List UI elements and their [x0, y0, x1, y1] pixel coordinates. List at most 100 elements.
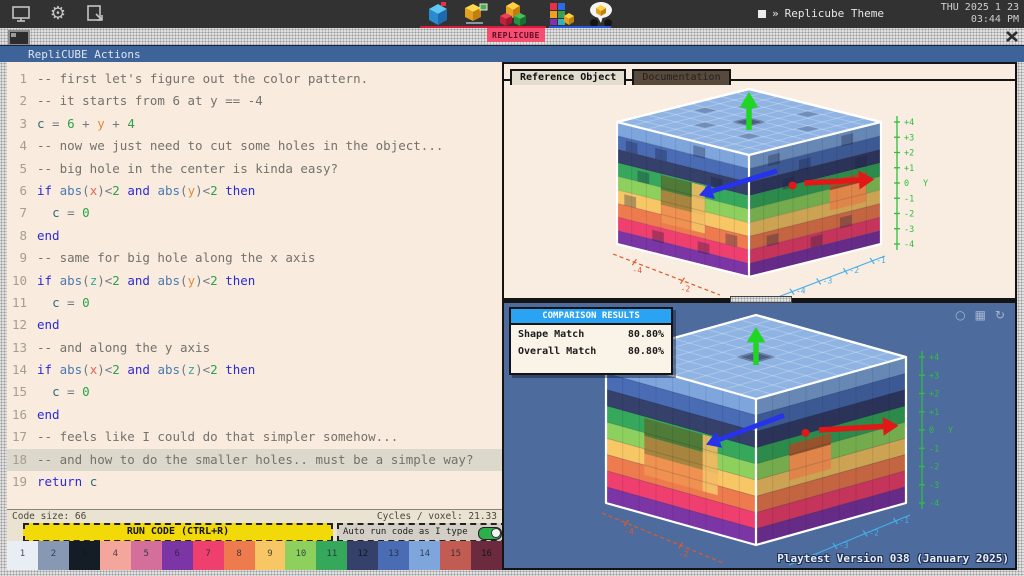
- line-number: 17: [7, 426, 27, 448]
- reference-object-view[interactable]: +4+3+2+10Y-1-2-3-4-1-2-3-4-4-2: [504, 81, 1015, 298]
- line-number: 1: [7, 68, 27, 90]
- line-number: 4: [7, 135, 27, 157]
- svg-text:-1: -1: [899, 516, 909, 525]
- autorun-toggle[interactable]: [478, 527, 502, 540]
- taskbar-blue-cube-icon[interactable]: [425, 1, 451, 27]
- code-line[interactable]: 14if abs(x)<2 and abs(z)<2 then: [7, 359, 502, 381]
- clock-date: THU 2025 1 23: [941, 2, 1019, 14]
- code-line[interactable]: 5-- big hole in the center is kinda easy…: [7, 158, 502, 180]
- palette-swatch-3[interactable]: 3: [69, 541, 100, 570]
- svg-text:-2: -2: [679, 550, 689, 559]
- clock: THU 2025 1 23 03:44 PM: [941, 2, 1019, 26]
- line-number: 16: [7, 404, 27, 426]
- line-number: 19: [7, 471, 27, 493]
- palette-swatch-4[interactable]: 4: [100, 541, 131, 570]
- taskbar-cubes-trio-icon[interactable]: [500, 1, 526, 27]
- palette-swatch-10[interactable]: 10: [285, 541, 316, 570]
- palette-swatch-2[interactable]: 2: [38, 541, 69, 570]
- svg-text:+4: +4: [904, 118, 914, 128]
- version-label: Playtest Version 038 (January 2025): [777, 552, 1009, 565]
- svg-text:-2: -2: [869, 529, 879, 538]
- line-number: 5: [7, 158, 27, 180]
- line-number: 2: [7, 90, 27, 112]
- palette-swatch-7[interactable]: 7: [193, 541, 224, 570]
- color-palette: 12345678910111213141516: [7, 541, 502, 570]
- y-axis-scale: +4+3+2+10Y-1-2-3-4: [919, 351, 953, 509]
- code-line[interactable]: 15 c = 0: [7, 381, 502, 403]
- theme-chevrons: »: [772, 7, 779, 20]
- run-controls: RUN CODE (CTRL+R) Auto run code as I typ…: [7, 522, 502, 541]
- code-line[interactable]: 8end: [7, 225, 502, 247]
- palette-swatch-15[interactable]: 15: [440, 541, 471, 570]
- svg-text:+1: +1: [929, 408, 939, 418]
- code-line[interactable]: 9-- same for big hole along the x axis: [7, 247, 502, 269]
- code-editor[interactable]: 1-- first let's figure out the color pat…: [7, 62, 502, 509]
- window-menu-icon[interactable]: [8, 30, 30, 46]
- line-number: 12: [7, 314, 27, 336]
- orbit-icon[interactable]: ○: [955, 308, 965, 322]
- code-line[interactable]: 7 c = 0: [7, 202, 502, 224]
- code-line[interactable]: 18-- and how to do the smaller holes.. m…: [7, 449, 502, 471]
- code-line[interactable]: 17-- feels like I could do that simpler …: [7, 426, 502, 448]
- palette-swatch-12[interactable]: 12: [347, 541, 378, 570]
- close-icon[interactable]: [1005, 30, 1019, 43]
- run-code-button[interactable]: RUN CODE (CTRL+R): [23, 523, 333, 542]
- window-border-bottom: [0, 570, 1024, 576]
- palette-swatch-14[interactable]: 14: [409, 541, 440, 570]
- line-number: 7: [7, 202, 27, 224]
- palette-swatch-5[interactable]: 5: [131, 541, 162, 570]
- palette-swatch-11[interactable]: 11: [316, 541, 347, 570]
- settings-gear-icon[interactable]: ⚙: [46, 3, 70, 25]
- svg-text:-2: -2: [681, 285, 691, 294]
- code-line[interactable]: 3c = 6 + y + 4: [7, 113, 502, 135]
- svg-text:-4: -4: [632, 266, 642, 275]
- reset-view-icon[interactable]: ↻: [995, 308, 1005, 322]
- svg-text:-3: -3: [929, 481, 939, 491]
- svg-text:+4: +4: [929, 353, 939, 363]
- svg-text:+2: +2: [929, 390, 939, 400]
- taskbar-yellow-cube-icon[interactable]: [462, 1, 488, 27]
- line-number: 10: [7, 270, 27, 292]
- export-save-icon[interactable]: [84, 3, 108, 25]
- svg-text:-4: -4: [624, 527, 634, 536]
- code-line[interactable]: 16end: [7, 404, 502, 426]
- line-number: 9: [7, 247, 27, 269]
- svg-text:+3: +3: [929, 371, 939, 381]
- taskbar-grid-icon[interactable]: [548, 1, 574, 27]
- palette-swatch-16[interactable]: 16: [471, 541, 502, 570]
- reference-tabs: Reference ObjectDocumentation: [504, 64, 1015, 81]
- code-line[interactable]: 6if abs(x)<2 and abs(y)<2 then: [7, 180, 502, 202]
- window-border-left: [0, 62, 7, 570]
- taskbar-chat-cube-icon[interactable]: [588, 1, 614, 27]
- svg-text:-3: -3: [823, 276, 833, 285]
- code-line[interactable]: 1-- first let's figure out the color pat…: [7, 68, 502, 90]
- tab-reference-object[interactable]: Reference Object: [510, 69, 626, 85]
- monitor-icon[interactable]: [10, 3, 34, 25]
- palette-swatch-6[interactable]: 6: [162, 541, 193, 570]
- code-line[interactable]: 12end: [7, 314, 502, 336]
- line-number: 3: [7, 113, 27, 135]
- code-line[interactable]: 2-- it starts from 6 at y == -4: [7, 90, 502, 112]
- code-line[interactable]: 4-- now we just need to cut some holes i…: [7, 135, 502, 157]
- palette-swatch-13[interactable]: 13: [378, 541, 409, 570]
- svg-text:-1: -1: [876, 256, 886, 265]
- svg-text:+3: +3: [904, 133, 914, 143]
- theme-selector[interactable]: » Replicube Theme: [758, 7, 884, 20]
- reference-panel: Reference ObjectDocumentation +4+3+2+10Y…: [502, 62, 1017, 300]
- code-line[interactable]: 11 c = 0: [7, 292, 502, 314]
- code-line[interactable]: 10if abs(z)<2 and abs(y)<2 then: [7, 270, 502, 292]
- editor-status-bar: Code size: 66 Cycles / voxel: 21.33: [7, 509, 502, 522]
- palette-swatch-8[interactable]: 8: [224, 541, 255, 570]
- palette-swatch-1[interactable]: 1: [7, 541, 38, 570]
- grid-icon[interactable]: ▦: [975, 308, 986, 322]
- line-number: 18: [7, 449, 27, 471]
- panel-resize-handle[interactable]: [730, 296, 792, 303]
- cycles-label: Cycles / voxel: 21.33: [377, 511, 497, 522]
- code-line[interactable]: 19return c: [7, 471, 502, 493]
- autorun-option[interactable]: Auto run code as I type: [337, 523, 507, 542]
- code-line[interactable]: 13-- and along the y axis: [7, 337, 502, 359]
- svg-text:-4: -4: [796, 287, 806, 296]
- theme-label: Replicube Theme: [785, 7, 884, 20]
- palette-swatch-9[interactable]: 9: [255, 541, 286, 570]
- window-titlebar[interactable]: REPLICUBE: [0, 28, 1024, 46]
